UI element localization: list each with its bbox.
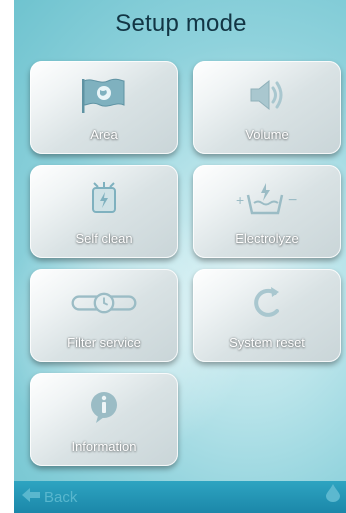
filter-service-label: Filter service xyxy=(67,335,141,350)
globe-flag-icon xyxy=(69,75,139,115)
back-button[interactable]: Back xyxy=(22,488,77,506)
self-clean-label: Self clean xyxy=(75,231,133,246)
water-drop-icon xyxy=(326,484,340,507)
filter-timer-icon xyxy=(69,283,139,323)
back-label: Back xyxy=(44,488,78,506)
information-button[interactable]: Information xyxy=(30,373,178,466)
self-clean-button[interactable]: Self clean xyxy=(30,165,178,258)
svg-text:+: + xyxy=(236,192,244,208)
bottom-bar: Back xyxy=(14,481,346,513)
electrolyze-button[interactable]: + − Electrolyze xyxy=(193,165,341,258)
setup-screen: Setup mode Area Volume Self clean + − El… xyxy=(14,0,346,513)
system-reset-label: System reset xyxy=(229,335,305,350)
system-reset-button[interactable]: System reset xyxy=(193,269,341,362)
area-button[interactable]: Area xyxy=(30,61,178,154)
reset-icon xyxy=(232,283,302,323)
volume-label: Volume xyxy=(245,127,289,142)
electrolyze-label: Electrolyze xyxy=(235,231,299,246)
volume-button[interactable]: Volume xyxy=(193,61,341,154)
speaker-icon xyxy=(232,75,302,115)
information-label: Information xyxy=(71,439,137,454)
electrolyze-icon: + − xyxy=(232,179,302,219)
info-icon xyxy=(69,387,139,427)
svg-text:−: − xyxy=(288,192,297,209)
self-clean-icon xyxy=(69,179,139,219)
filter-service-button[interactable]: Filter service xyxy=(30,269,178,362)
page-title: Setup mode xyxy=(115,10,247,37)
back-arrow-icon xyxy=(22,488,40,506)
area-label: Area xyxy=(90,127,118,142)
